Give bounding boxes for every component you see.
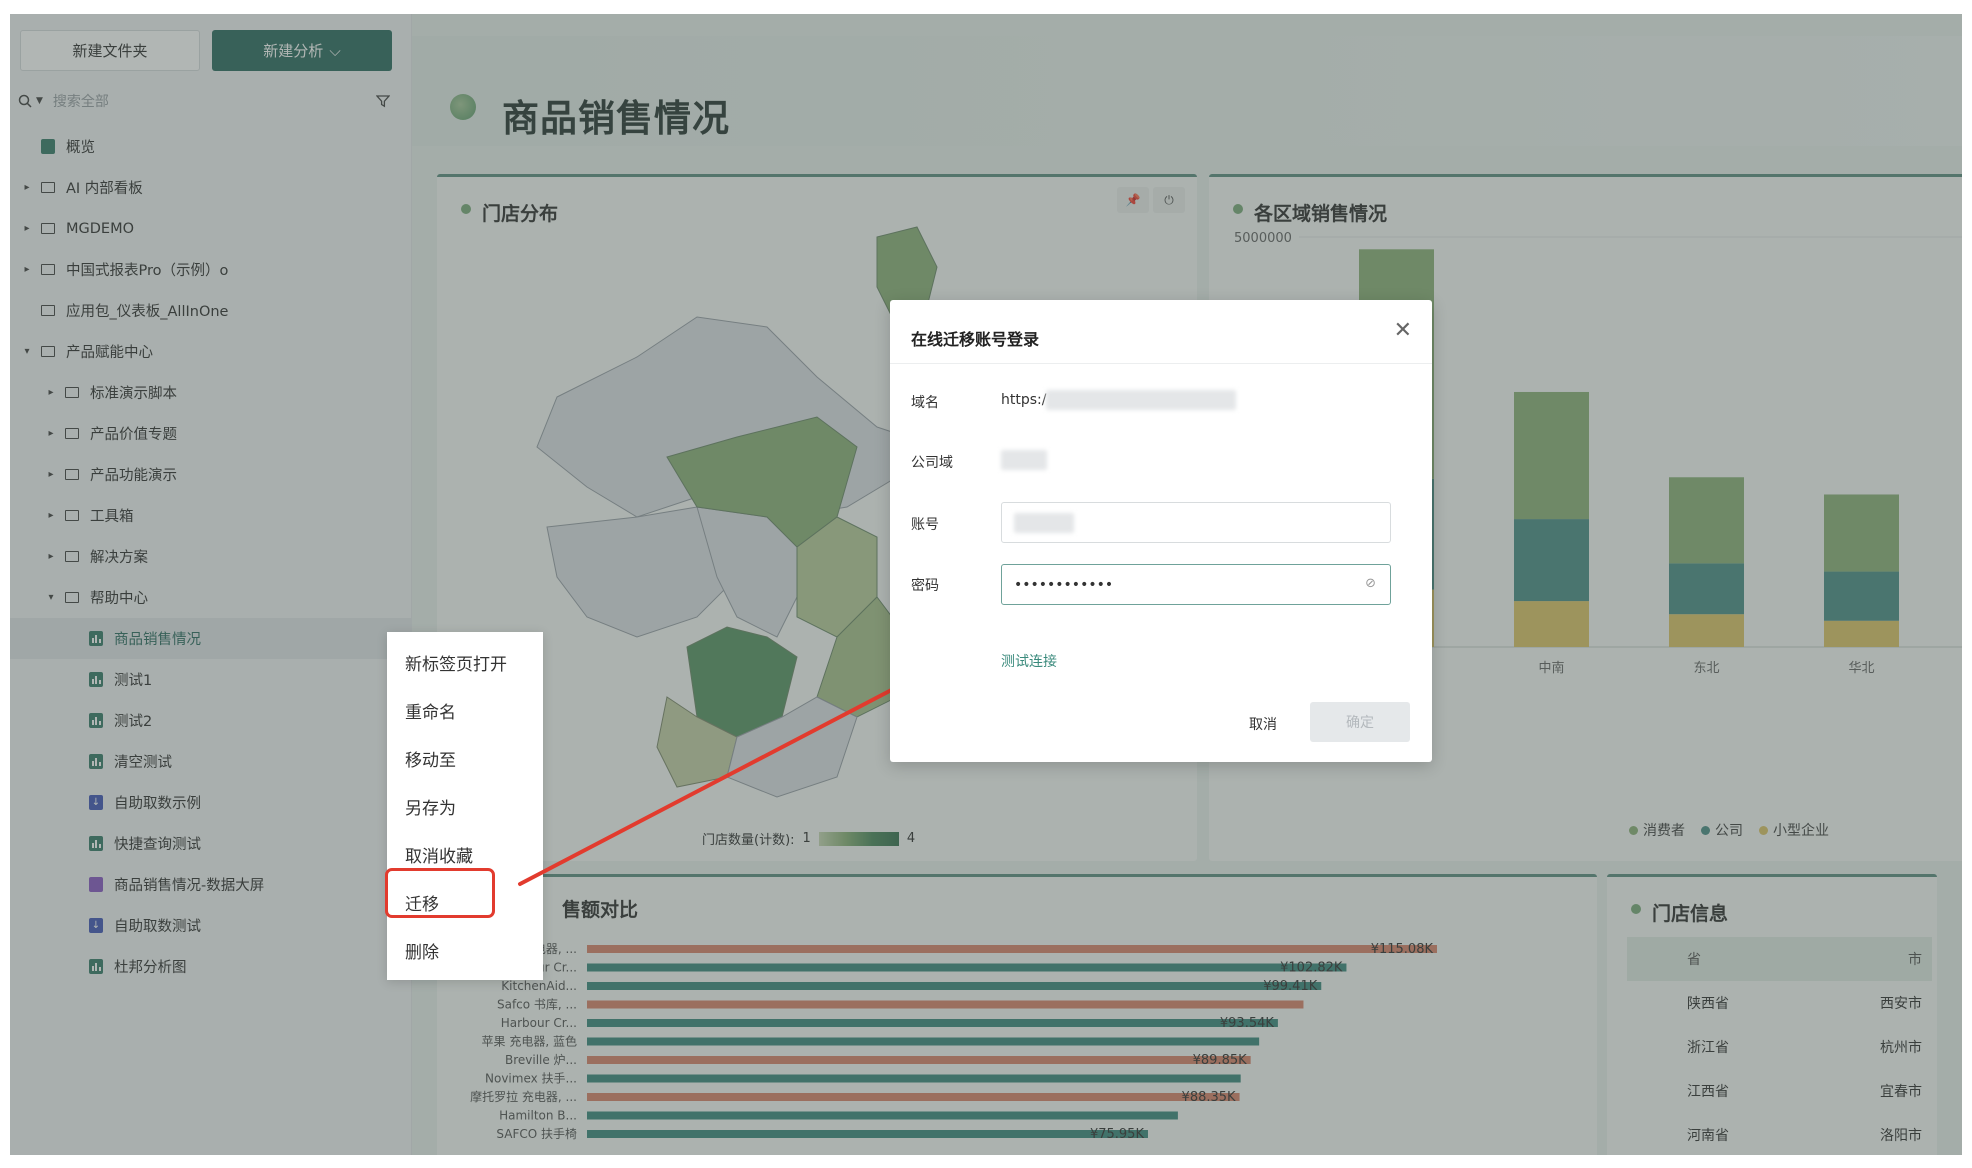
eye-slash-icon[interactable]: ⊘	[1365, 576, 1376, 591]
redacted-company	[1001, 450, 1047, 470]
confirm-button[interactable]: 确定	[1310, 702, 1410, 742]
context-menu: 新标签页打开 重命名 移动至 另存为 取消收藏 迁移 删除	[385, 632, 543, 980]
domain-prefix: https:/	[1001, 392, 1047, 408]
redacted-account	[1014, 512, 1074, 533]
menu-rename[interactable]: 重命名	[387, 686, 543, 734]
password-input[interactable]: •••••••••••• ⊘	[1001, 564, 1391, 605]
password-value: ••••••••••••	[1014, 576, 1114, 593]
password-label: 密码	[911, 578, 939, 594]
company-domain-label: 公司域	[911, 455, 953, 471]
domain-value: https:/	[1001, 390, 1237, 410]
menu-delete[interactable]: 删除	[387, 926, 543, 974]
account-label: 账号	[911, 517, 939, 533]
menu-open-new-tab[interactable]: 新标签页打开	[387, 638, 543, 686]
domain-label: 域名	[911, 395, 939, 411]
annotation-highlight-box	[385, 868, 495, 918]
account-input[interactable]	[1001, 502, 1391, 543]
test-connection-link[interactable]: 测试连接	[1001, 651, 1057, 671]
company-domain-value	[1001, 450, 1047, 470]
menu-move-to[interactable]: 移动至	[387, 734, 543, 782]
migration-login-dialog: 在线迁移账号登录 ✕ 域名 https:/ 公司域 账号 密码 ••••••••…	[890, 300, 1432, 762]
close-icon[interactable]: ✕	[1394, 318, 1412, 343]
cancel-button[interactable]: 取消	[1228, 704, 1298, 744]
app-window: 新建文件夹 新建分析 ⌵ ▼ 搜索全部 概览 ▸ AI 内部看板 ▸ MGDEMO ▸ 中国…	[10, 14, 1962, 1155]
dialog-title: 在线迁移账号登录	[911, 330, 1040, 349]
redacted-domain	[1046, 390, 1237, 410]
dialog-divider	[890, 363, 1432, 364]
menu-save-as[interactable]: 另存为	[387, 782, 543, 830]
